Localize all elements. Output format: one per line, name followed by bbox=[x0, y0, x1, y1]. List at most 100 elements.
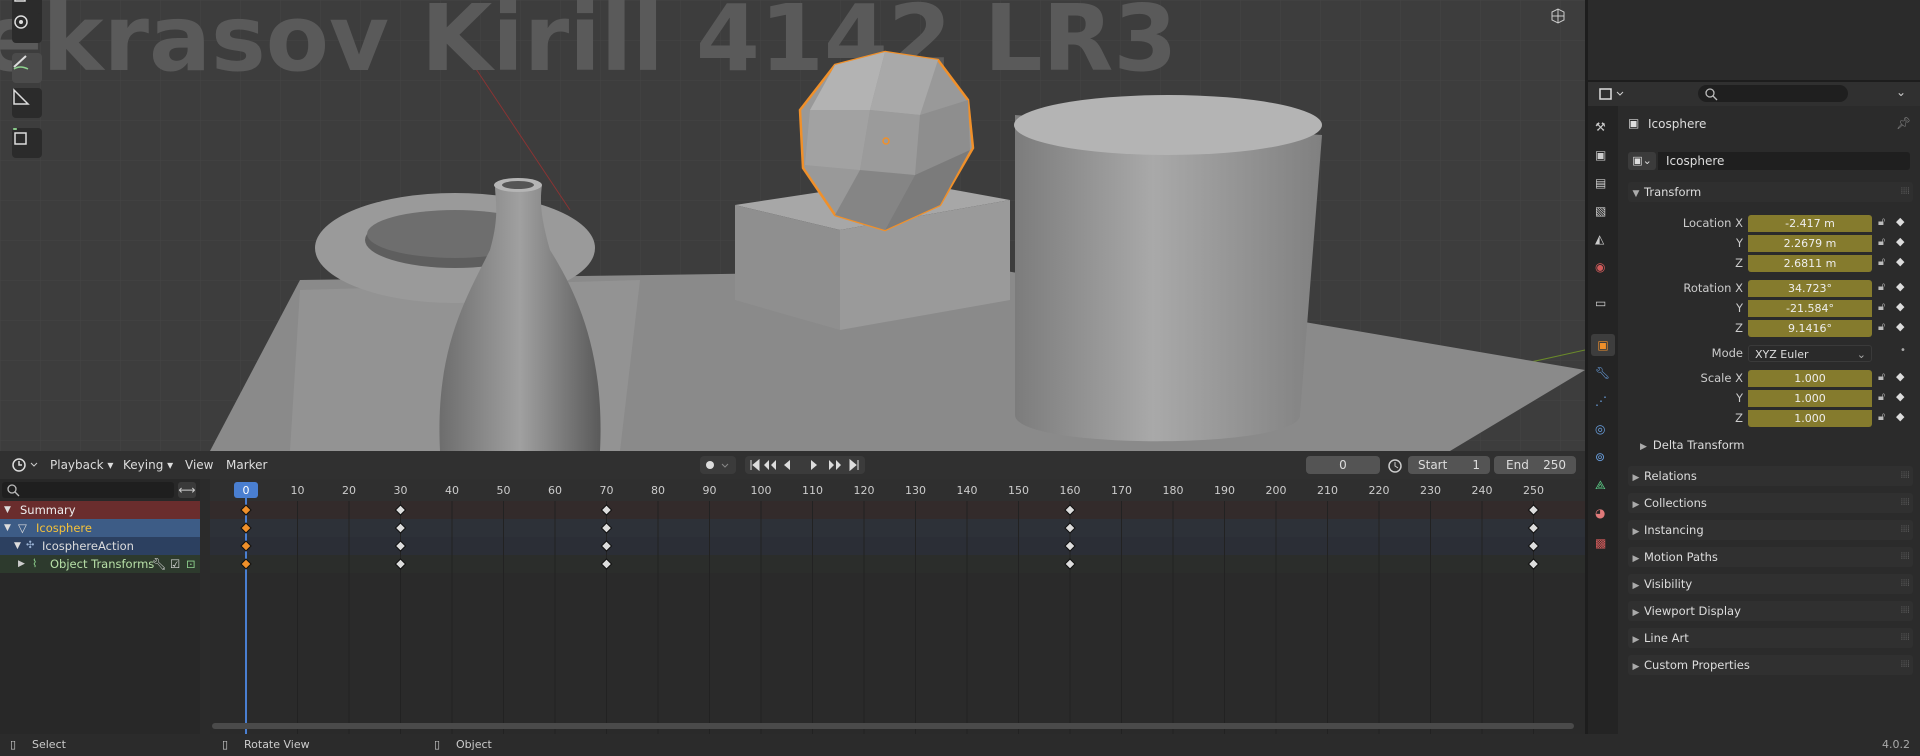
add-cube-icon[interactable] bbox=[12, 128, 42, 158]
particles-tab-icon[interactable]: ⋰ bbox=[1595, 394, 1607, 408]
3d-viewport[interactable]: ekrasov Kirill 4142 LR3 bbox=[0, 0, 1585, 451]
menu-marker[interactable]: Marker bbox=[226, 456, 267, 474]
menu-keying[interactable]: Keying ▾ bbox=[123, 456, 173, 474]
panel-motion-paths[interactable]: ▶ Motion Paths ⁞⁞⁞⁞ bbox=[1628, 547, 1913, 567]
location-x-field[interactable]: -2.417 m bbox=[1748, 215, 1872, 232]
horizontal-scrollbar[interactable] bbox=[212, 723, 1574, 729]
channel-icosphere[interactable]: ▼ ▽ Icosphere bbox=[0, 519, 200, 537]
dopesheet-region[interactable]: 10 20 30 40 50 60 70 80 90 100 110 120 130 140 150 160 1… bbox=[210, 479, 1585, 734]
scale-x-field[interactable]: 1.000 bbox=[1748, 370, 1872, 387]
keyframe-icon[interactable]: ◆ bbox=[1896, 280, 1904, 293]
keyframe-icon[interactable]: ◆ bbox=[1896, 215, 1904, 228]
current-frame-field[interactable]: 0 bbox=[1306, 456, 1380, 474]
panel-viewport-display[interactable]: ▶ Viewport Display ⁞⁞⁞⁞ bbox=[1628, 601, 1913, 621]
dopesheet-canvas[interactable]: 10 20 30 40 50 60 70 80 90 100 110 120 130 140 150 160 1… bbox=[210, 479, 1585, 734]
datablock-browse-button[interactable]: ▣⌄ bbox=[1628, 152, 1656, 170]
collection-tab-icon[interactable]: ▭ bbox=[1595, 296, 1606, 310]
physics-tab-icon[interactable]: ◎ bbox=[1595, 422, 1605, 436]
frame-tick-label: 150 bbox=[1008, 484, 1029, 497]
panel-visibility[interactable]: ▶ Visibility ⁞⁞⁞⁞ bbox=[1628, 574, 1913, 594]
viewport-scene: ekrasov Kirill 4142 LR3 bbox=[0, 0, 1585, 451]
panel-custom-properties[interactable]: ▶ Custom Properties ⁞⁞⁞⁞ bbox=[1628, 655, 1913, 675]
transform-panel-header[interactable]: ▼ Transform ⁞⁞⁞⁞ bbox=[1628, 182, 1913, 202]
location-z-label: Z bbox=[1735, 256, 1743, 270]
lock-icon[interactable]: 🔓︎ bbox=[1878, 410, 1885, 424]
swap-icon[interactable]: ⟷ bbox=[178, 482, 196, 498]
lock-icon[interactable]: 🔓︎ bbox=[1878, 280, 1885, 294]
lock-icon[interactable]: 🔓︎ bbox=[1878, 320, 1885, 334]
location-y-field[interactable]: 2.2679 m bbox=[1748, 235, 1872, 252]
rotation-z-label: Z bbox=[1735, 321, 1743, 335]
pin-icon[interactable]: 📌︎ bbox=[1896, 116, 1911, 130]
frame-tick-label: 200 bbox=[1266, 484, 1287, 497]
data-tab-icon[interactable]: ⟁ bbox=[1595, 478, 1606, 493]
stopwatch-icon[interactable] bbox=[1386, 456, 1404, 474]
menu-playback[interactable]: Playback ▾ bbox=[50, 456, 113, 474]
end-frame-field[interactable]: End 250 bbox=[1494, 456, 1576, 474]
lock-icon[interactable]: ⊡ bbox=[186, 555, 196, 573]
properties-panel: ▣ Icosphere 📌︎ ▣⌄ Icosphere ▼ Transform ⁞⁞… bbox=[1618, 106, 1920, 734]
editor-type-icon[interactable] bbox=[1598, 85, 1628, 103]
channel-region: ⟷ ▼ Summary ▼ ▽ Icosphere ▼ ✣ IcosphereA… bbox=[0, 479, 200, 734]
location-z-field[interactable]: 2.6811 m bbox=[1748, 255, 1872, 272]
panel-collections[interactable]: ▶ Collections ⁞⁞⁞⁞ bbox=[1628, 493, 1913, 513]
scale-y-label: Y bbox=[1735, 391, 1743, 405]
keyframe-icon[interactable]: ◆ bbox=[1896, 235, 1904, 248]
wrench-icon[interactable]: 🔧︎ bbox=[152, 555, 167, 573]
scene-tab-icon[interactable]: ◭ bbox=[1595, 232, 1604, 246]
view-layer-tab-icon[interactable]: ▧ bbox=[1595, 204, 1606, 218]
channel-action[interactable]: ▼ ✣ IcosphereAction bbox=[0, 537, 200, 555]
channel-search-input[interactable] bbox=[2, 482, 174, 498]
frame-tick-label: 110 bbox=[802, 484, 823, 497]
rotation-mode-dropdown[interactable]: XYZ Euler ⌄ bbox=[1748, 345, 1872, 362]
measure-icon[interactable] bbox=[12, 88, 42, 118]
menu-view[interactable]: View bbox=[185, 456, 213, 474]
lock-icon[interactable]: 🔓︎ bbox=[1878, 255, 1885, 269]
rotation-y-field[interactable]: -21.584° bbox=[1748, 300, 1872, 317]
annotate-icon[interactable] bbox=[12, 53, 42, 83]
output-tab-icon[interactable]: ▤ bbox=[1595, 176, 1606, 190]
texture-tab-icon[interactable]: ▩ bbox=[1595, 536, 1606, 550]
grid-toggle-icon[interactable] bbox=[1550, 8, 1576, 30]
version-label: 4.0.2 bbox=[1882, 738, 1910, 751]
object-icon: ▣ bbox=[1628, 116, 1640, 130]
clock-icon[interactable] bbox=[10, 456, 40, 474]
properties-search-input[interactable] bbox=[1698, 85, 1848, 102]
render-tab-icon[interactable]: ▣ bbox=[1595, 148, 1606, 162]
lock-icon[interactable]: 🔓︎ bbox=[1878, 235, 1885, 249]
scale-z-field[interactable]: 1.000 bbox=[1748, 410, 1872, 427]
tool-tab-icon[interactable]: ⚒ bbox=[1595, 120, 1606, 134]
keyframe-icon[interactable]: ◆ bbox=[1896, 390, 1904, 403]
lock-icon[interactable]: 🔓︎ bbox=[1878, 215, 1885, 229]
material-tab-icon[interactable]: ◕ bbox=[1595, 506, 1605, 520]
object-tab-icon[interactable]: ▣ bbox=[1591, 334, 1615, 356]
start-frame-field[interactable]: Start 1 bbox=[1408, 456, 1490, 474]
cursor-icon[interactable] bbox=[12, 13, 42, 43]
world-tab-icon[interactable]: ◉ bbox=[1595, 260, 1605, 274]
channel-summary[interactable]: ▼ Summary bbox=[0, 501, 200, 519]
options-chevron-icon[interactable]: ⌄ bbox=[1896, 85, 1906, 99]
panel-line-art[interactable]: ▶ Line Art ⁞⁞⁞⁞ bbox=[1628, 628, 1913, 648]
checkbox-icon[interactable]: ☑ bbox=[170, 555, 180, 573]
lock-icon[interactable]: 🔓︎ bbox=[1878, 370, 1885, 384]
channel-object-transforms[interactable]: ▶ ⌇ Object Transforms 🔧︎ ☑ ⊡ bbox=[0, 555, 200, 573]
rotation-z-field[interactable]: 9.1416° bbox=[1748, 320, 1872, 337]
lock-icon[interactable]: 🔓︎ bbox=[1878, 390, 1885, 404]
rotation-x-field[interactable]: 34.723° bbox=[1748, 280, 1872, 297]
panel-relations[interactable]: ▶ Relations ⁞⁞⁞⁞ bbox=[1628, 466, 1913, 486]
lock-icon[interactable]: 🔓︎ bbox=[1878, 300, 1885, 314]
modifier-tab-icon[interactable]: 🔧︎ bbox=[1595, 366, 1610, 380]
delta-transform-subpanel[interactable]: ▶ Delta Transform bbox=[1640, 438, 1744, 452]
constraints-tab-icon[interactable]: ⊚ bbox=[1595, 450, 1605, 464]
playback-controls[interactable] bbox=[745, 456, 865, 474]
keyframe-icon[interactable]: ◆ bbox=[1896, 255, 1904, 268]
keyframe-icon[interactable]: ◆ bbox=[1896, 410, 1904, 423]
panel-instancing[interactable]: ▶ Instancing ⁞⁞⁞⁞ bbox=[1628, 520, 1913, 540]
keyframe-icon[interactable]: ◆ bbox=[1896, 320, 1904, 333]
datablock-name-field[interactable]: Icosphere bbox=[1658, 152, 1910, 170]
frame-tick-label: 20 bbox=[342, 484, 356, 497]
scale-y-field[interactable]: 1.000 bbox=[1748, 390, 1872, 407]
keyframe-icon[interactable]: ◆ bbox=[1896, 300, 1904, 313]
record-button[interactable] bbox=[700, 456, 736, 474]
keyframe-icon[interactable]: ◆ bbox=[1896, 370, 1904, 383]
